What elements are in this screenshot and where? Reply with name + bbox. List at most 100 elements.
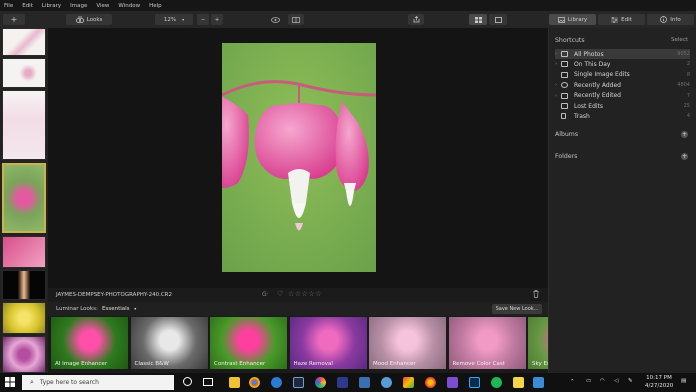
clock-time[interactable]: 10:17 PM	[645, 375, 673, 381]
chrome-icon[interactable]	[425, 377, 436, 388]
clock-date[interactable]: 4/27/2020	[645, 383, 673, 389]
look-preset[interactable]: Mood Enhancer	[369, 317, 446, 369]
edge-icon[interactable]	[271, 377, 282, 388]
save-new-look-button[interactable]: Save New Look...	[492, 304, 542, 314]
shortcut-item[interactable]: › On This Day 2	[555, 59, 690, 69]
library-icon	[558, 16, 565, 23]
thumbnail[interactable]	[2, 28, 46, 56]
menu-help[interactable]: Help	[149, 3, 162, 9]
select-button[interactable]: Select	[671, 37, 688, 43]
taskbar-search[interactable]: ⌕ Type here to search	[22, 375, 174, 390]
volume-icon[interactable]: ◁	[614, 378, 618, 384]
look-preset[interactable]: AI Image Enhancer	[51, 317, 128, 369]
menu-view[interactable]: View	[96, 3, 109, 9]
calendar-icon	[561, 61, 568, 68]
look-preset-label: Classic B&W	[134, 361, 169, 367]
single-view-icon[interactable]	[489, 14, 507, 25]
lost-icon	[561, 103, 568, 109]
shortcut-label: Trash	[574, 112, 590, 120]
trash-icon[interactable]	[533, 290, 539, 300]
lightroom-icon[interactable]	[293, 377, 304, 388]
shortcut-count: 9052	[677, 51, 690, 57]
thumbnail[interactable]	[2, 90, 46, 160]
shortcut-item[interactable]: › Recently Added 4804	[555, 80, 690, 90]
network-icon[interactable]: ▭	[586, 378, 591, 384]
thumbnail[interactable]	[2, 270, 46, 300]
tray-chevron-icon[interactable]: ⌃	[570, 379, 575, 385]
look-preset-label: Remove Color Cast	[452, 361, 505, 367]
shortcut-item[interactable]: Lost Edits 25	[555, 101, 690, 111]
task-view-icon[interactable]	[203, 378, 213, 386]
app-icon[interactable]	[447, 377, 458, 388]
shortcut-count: 4	[686, 113, 690, 120]
look-preset[interactable]: Sky Enhancer	[528, 317, 548, 369]
add-photos-button[interactable]: +	[3, 14, 25, 25]
add-album-button[interactable]: +	[681, 131, 688, 138]
looks-category-select[interactable]: Essentials ▾	[102, 306, 136, 312]
chevron-right-icon[interactable]: ›	[555, 61, 557, 67]
wifi-icon[interactable]: ◠	[600, 378, 605, 384]
menu-file[interactable]: File	[4, 3, 13, 9]
shortcut-item[interactable]: Single Image Edits 8	[555, 70, 690, 80]
thumbnail[interactable]	[2, 58, 46, 88]
zoom-select[interactable]: 12% ▾	[155, 14, 193, 25]
looks-button[interactable]: Looks	[66, 14, 112, 25]
menu-window[interactable]: Window	[118, 3, 140, 9]
tab-info[interactable]: Info	[647, 14, 694, 25]
edit-icon	[561, 92, 568, 99]
app-icon[interactable]	[533, 377, 544, 388]
thumbnail-selected[interactable]	[2, 163, 46, 233]
flag-control[interactable]: G·	[262, 291, 269, 298]
app-icon[interactable]	[381, 377, 392, 388]
thumbnail[interactable]	[2, 236, 46, 268]
spotify-icon[interactable]	[491, 377, 502, 388]
zoom-out-button[interactable]: −	[197, 14, 209, 25]
add-folder-button[interactable]: +	[681, 153, 688, 160]
zoom-in-button[interactable]: +	[211, 14, 223, 25]
look-preset[interactable]: Contrast Enhancer	[210, 317, 287, 369]
thumbnail[interactable]	[2, 302, 46, 334]
notification-icon[interactable]: ▤	[681, 378, 686, 384]
grid-view-icon[interactable]	[469, 14, 487, 25]
chrome-icon[interactable]	[249, 377, 260, 388]
look-preset-label: Mood Enhancer	[373, 361, 416, 367]
shortcut-count: 4804	[677, 82, 690, 89]
look-preset[interactable]: Classic B&W	[130, 317, 208, 369]
image-info-bar: JAYMES-DEMPSEY-PHOTOGRAPHY-240.CR2 G· ♡ …	[48, 288, 548, 302]
eye-icon[interactable]	[268, 14, 282, 25]
look-preset[interactable]: Haze Removal	[289, 317, 367, 369]
chevron-right-icon[interactable]: ›	[555, 82, 557, 88]
pen-icon[interactable]: ✎	[628, 378, 633, 384]
look-preset-label: Contrast Enhancer	[214, 361, 266, 367]
file-explorer-icon[interactable]	[229, 377, 240, 388]
star-rating[interactable]: ☆☆☆☆☆	[288, 290, 322, 298]
looks-bar: Luminar Looks: Essentials ▾ Save New Loo…	[48, 302, 548, 316]
compare-icon[interactable]	[288, 14, 304, 25]
look-preset[interactable]: Remove Color Cast	[448, 317, 526, 369]
tab-edit[interactable]: Edit	[598, 14, 645, 25]
thumbnail[interactable]	[2, 336, 46, 373]
sticky-notes-icon[interactable]	[513, 377, 524, 388]
menu-library[interactable]: Library	[42, 3, 61, 9]
drive-icon[interactable]	[403, 377, 414, 388]
shortcut-item[interactable]: Trash 4	[555, 111, 690, 121]
shortcut-item[interactable]: › Recently Edited 7	[555, 91, 690, 101]
cortana-icon[interactable]	[183, 377, 192, 386]
app-icon[interactable]	[337, 377, 348, 388]
tab-library[interactable]: Library	[549, 14, 596, 25]
filmstrip[interactable]	[0, 28, 48, 373]
share-icon[interactable]	[408, 14, 424, 25]
menu-edit[interactable]: Edit	[22, 3, 33, 9]
photoshop-icon[interactable]	[469, 377, 480, 388]
photos-app-icon[interactable]	[315, 377, 326, 388]
chevron-right-icon[interactable]: ›	[555, 51, 557, 57]
looks-strip[interactable]: AI Image Enhancer Classic B&W Contrast Enh…	[48, 316, 548, 372]
menu-image[interactable]: Image	[70, 3, 87, 9]
chevron-right-icon[interactable]: ›	[555, 93, 557, 99]
heart-icon[interactable]: ♡	[277, 290, 283, 298]
app-icon[interactable]	[359, 377, 370, 388]
shortcut-label: Recently Added	[574, 81, 621, 89]
image-icon	[561, 71, 568, 78]
shortcut-item[interactable]: › All Photos 9052	[555, 49, 690, 59]
windows-start-icon[interactable]	[5, 377, 15, 389]
